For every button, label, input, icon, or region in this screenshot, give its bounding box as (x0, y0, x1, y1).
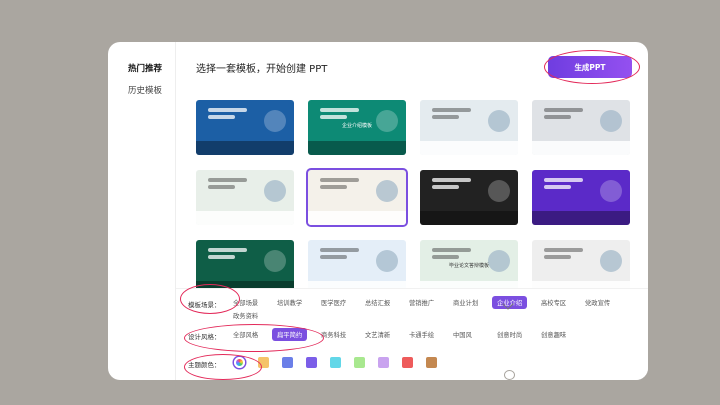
page-title: 选择一套模板，开始创建 PPT (196, 64, 328, 75)
thumbnail-text-bar (431, 108, 471, 112)
sidebar: 热门推荐 历史模板 (108, 42, 176, 380)
watermark: 公众号 · AIGCtribe (498, 364, 615, 380)
template-dialog: 热门推荐 历史模板 选择一套模板，开始创建 PPT 生成PPT 企业介绍模板毕业… (108, 42, 648, 380)
thumbnail-strip (196, 141, 294, 155)
style-chip[interactable]: 商务科技 (316, 328, 351, 341)
template-thumbnail[interactable]: 毕业论文答辩模板 (420, 240, 518, 295)
thumbnail-text-bar (207, 115, 236, 119)
thumbnail-text-bar (543, 185, 572, 189)
template-thumbnail[interactable]: 企业介绍模板 (308, 100, 406, 155)
scene-chip[interactable]: 医学医疗 (316, 296, 351, 309)
thumbnail-text-bar (319, 108, 359, 112)
scene-chip[interactable]: 营销推广 (404, 296, 439, 309)
thumbnail-text-bar (431, 115, 460, 119)
scene-chip[interactable]: 高校专区 (536, 296, 571, 309)
thumbnail-text-bar (207, 185, 236, 189)
template-thumbnail[interactable] (306, 168, 408, 227)
thumbnail-text-bar (543, 115, 572, 119)
thumbnail-shape (264, 110, 286, 132)
style-chip[interactable]: 全部风格 (228, 328, 263, 341)
thumbnail-strip (532, 211, 630, 225)
color-swatch[interactable] (330, 357, 341, 368)
thumbnail-strip (308, 211, 406, 225)
template-thumbnail[interactable] (196, 100, 294, 155)
thumbnail-text-bar (319, 115, 348, 119)
scene-label: 模板场景： (188, 301, 221, 309)
color-swatch[interactable] (402, 357, 413, 368)
scene-chip[interactable]: 全部场景 (228, 296, 263, 309)
color-label: 主题颜色： (188, 361, 221, 369)
thumbnail-shape (600, 180, 622, 202)
scene-chip[interactable]: 党政宣传 (580, 296, 615, 309)
color-swatch[interactable] (282, 357, 293, 368)
wechat-icon (498, 365, 515, 380)
template-title: 企业介绍模板 (341, 123, 372, 129)
thumbnail-text-bar (543, 108, 583, 112)
template-thumbnail[interactable] (420, 100, 518, 155)
scene-chip[interactable]: 培训教学 (272, 296, 307, 309)
thumbnail-text-bar (207, 255, 236, 259)
color-swatch[interactable] (354, 357, 365, 368)
thumbnail-text-bar (431, 255, 460, 259)
thumbnail-shape (376, 180, 398, 202)
template-thumbnail[interactable] (196, 240, 294, 295)
color-swatch-all[interactable] (234, 357, 245, 368)
style-chip[interactable]: 卡通手绘 (404, 328, 439, 341)
thumbnail-shape (600, 250, 622, 272)
template-title: 毕业论文答辩模板 (448, 263, 489, 269)
thumbnail-text-bar (319, 185, 348, 189)
template-thumbnail[interactable] (532, 100, 630, 155)
thumbnail-text-bar (207, 178, 247, 182)
scene-chip[interactable]: 政务资料 (228, 309, 263, 322)
scene-chip[interactable]: 总结汇报 (360, 296, 395, 309)
thumbnail-text-bar (431, 248, 471, 252)
template-thumbnail[interactable] (532, 240, 630, 295)
style-chip[interactable]: 文艺清新 (360, 328, 395, 341)
thumbnail-shape (600, 110, 622, 132)
thumbnail-strip (420, 141, 518, 155)
sidebar-item-history[interactable]: 历史模板 (128, 84, 162, 96)
thumbnail-shape (488, 110, 510, 132)
thumbnail-strip (308, 141, 406, 155)
thumbnail-text-bar (543, 248, 583, 252)
thumbnail-strip (532, 141, 630, 155)
thumbnail-shape (264, 250, 286, 272)
thumbnail-text-bar (319, 255, 348, 259)
template-thumbnail[interactable] (420, 170, 518, 225)
style-chip[interactable]: 创意趣味 (536, 328, 571, 341)
thumbnail-text-bar (431, 178, 471, 182)
style-chip[interactable]: 中国风 (448, 328, 477, 341)
template-thumbnail[interactable] (196, 170, 294, 225)
watermark-text: 公众号 · AIGCtribe (519, 366, 616, 379)
thumbnail-shape (488, 180, 510, 202)
thumbnail-text-bar (543, 255, 572, 259)
thumbnail-strip (420, 211, 518, 225)
style-chip[interactable]: 扁平简约 (272, 328, 308, 341)
thumbnail-text-bar (543, 178, 583, 182)
scene-chip[interactable]: 商业计划 (448, 296, 483, 309)
thumbnail-shape (376, 250, 398, 272)
generate-ppt-button[interactable]: 生成PPT (548, 56, 632, 78)
thumbnail-text-bar (207, 248, 247, 252)
thumbnail-text-bar (319, 178, 359, 182)
thumbnail-shape (264, 180, 286, 202)
color-swatch[interactable] (258, 357, 269, 368)
color-swatch[interactable] (426, 357, 437, 368)
template-thumbnail[interactable] (532, 170, 630, 225)
color-swatch[interactable] (378, 357, 389, 368)
sidebar-item-hot[interactable]: 热门推荐 (128, 62, 162, 74)
thumbnail-text-bar (319, 248, 359, 252)
style-label: 设计风格： (188, 333, 221, 341)
color-swatch[interactable] (306, 357, 317, 368)
thumbnail-strip (196, 211, 294, 225)
template-thumbnail[interactable] (308, 240, 406, 295)
thumbnail-text-bar (431, 185, 460, 189)
thumbnail-text-bar (207, 108, 247, 112)
style-chip[interactable]: 创意时尚 (492, 328, 527, 341)
